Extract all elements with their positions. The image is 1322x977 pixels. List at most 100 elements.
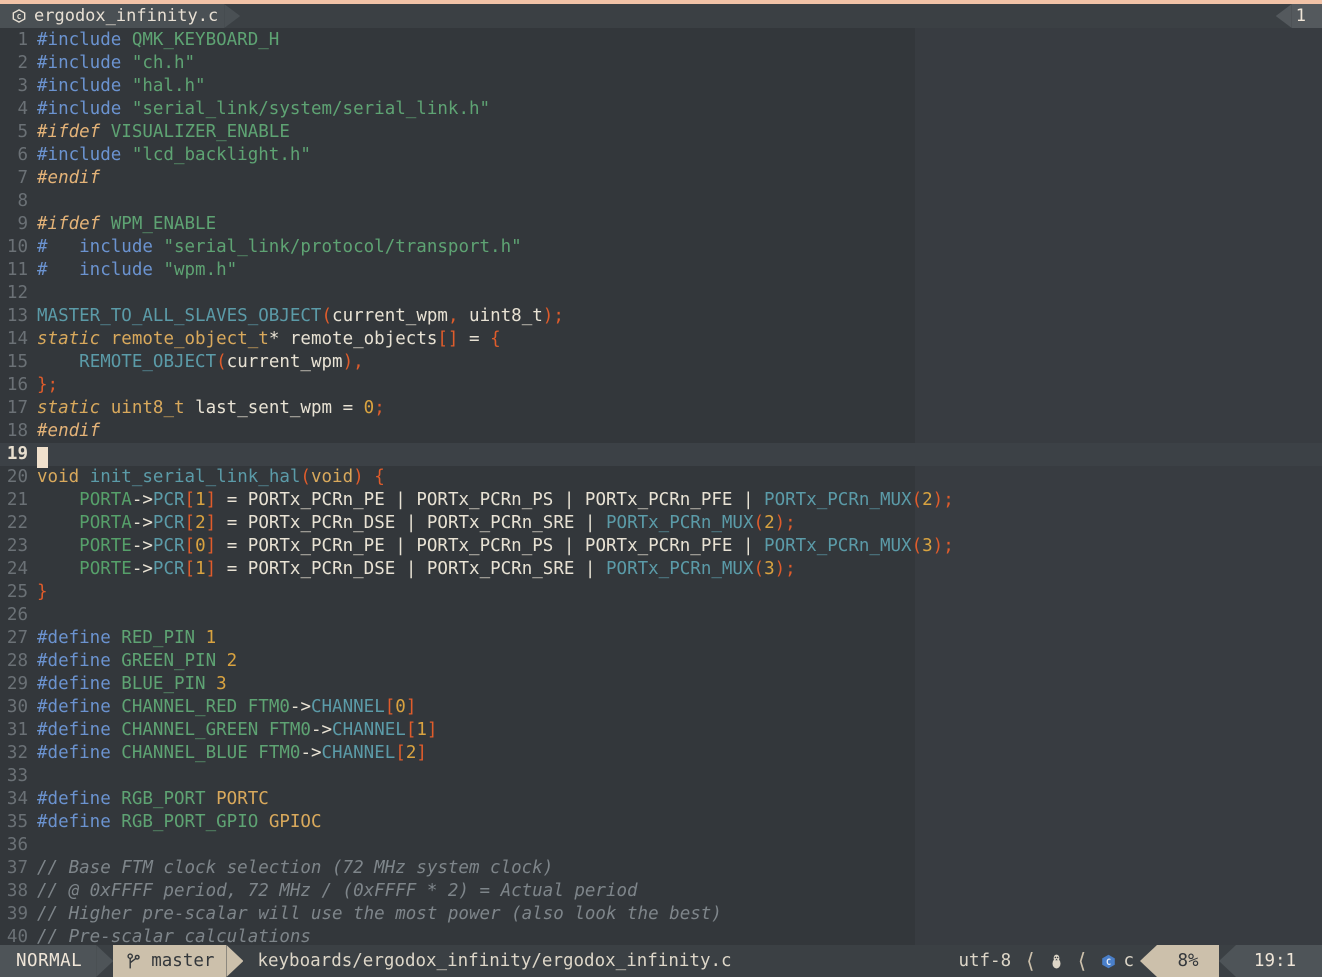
line-content: #include "hal.h" [37,75,1322,98]
token: 3 [216,674,227,694]
status-branch[interactable]: master [113,945,227,977]
code-line[interactable]: 32 #define CHANNEL_BLUE FTM0->CHANNEL[2] [0,742,1322,765]
token: REMOTE_OBJECT [79,352,217,372]
token: ), [342,352,364,372]
tabcount-separator-arrow [1275,4,1292,28]
code-line[interactable]: 33 [0,765,1322,788]
code-line[interactable]: 7 #endif [0,167,1322,190]
code-line[interactable]: 21 PORTA->PCR[1] = PORTx_PCRn_PE | PORTx… [0,489,1322,512]
line-number: 37 [6,858,28,878]
token: [ [184,490,196,510]
status-encoding: utf-8 [952,945,1018,977]
token: "lcd_backlight.h" [131,145,311,165]
token: = PORTx_PCRn_PE | PORTx_PCRn_PS | PORTx_… [216,536,765,556]
token: current_wpm [226,352,343,372]
token: BLUE_PIN [121,674,206,694]
token: 2 [195,513,206,533]
code-line[interactable]: 10 # include "serial_link/protocol/transp… [0,236,1322,259]
tab-ergodox-infinity-c[interactable]: C ergodox_infinity.c [0,4,225,28]
code-line[interactable]: 27 #define RED_PIN 1 [0,627,1322,650]
code-line[interactable]: 23 PORTE->PCR[0] = PORTx_PCRn_PE | PORTx… [0,535,1322,558]
code-lines: 1 #include QMK_KEYBOARD_H 2 #include "ch.h"… [0,28,1322,945]
token: = PORTx_PCRn_DSE | PORTx_PCRn_SRE | [216,513,606,533]
token: # include [37,237,164,257]
code-line[interactable]: 35 #define RGB_PORT_GPIO GPIOC [0,811,1322,834]
token: } [37,582,48,602]
line-number: 33 [6,766,28,786]
code-line[interactable]: 12 [0,282,1322,305]
token: 2 [226,651,238,671]
linux-penguin-icon [1050,953,1063,970]
code-line[interactable]: 3 #include "hal.h" [0,75,1322,98]
status-sep-branch [226,945,244,977]
token: #define [37,628,122,648]
editor-buffer[interactable]: 1 #include QMK_KEYBOARD_H 2 #include "ch.h"… [0,28,1322,945]
code-line[interactable]: 37 // Base FTM clock selection (72 MHz sy… [0,857,1322,880]
token: "hal.h" [131,76,206,96]
token: }; [37,375,59,395]
code-line[interactable]: 39 // Higher pre-scalar will use the most… [0,903,1322,926]
code-line[interactable]: 13 MASTER_TO_ALL_SLAVES_OBJECT(current_wp… [0,305,1322,328]
token: #define [37,697,122,717]
line-content: // Higher pre-scalar will use the most p… [37,903,1322,926]
token: #ifdef [37,122,111,142]
token: PCR [152,513,185,533]
code-line[interactable]: 6 #include "lcd_backlight.h" [0,144,1322,167]
status-file-path: keyboards/ergodox_infinity/ergodox_infin… [243,945,742,977]
token: #include [37,99,132,119]
code-line[interactable]: 19 [0,443,1322,468]
code-line[interactable]: 31 #define CHANNEL_GREEN FTM0->CHANNEL[1] [0,719,1322,742]
code-line[interactable]: 34 #define RGB_PORT PORTC [0,788,1322,811]
line-number: 8 [17,191,28,211]
token: #include [37,53,132,73]
code-line[interactable]: 40 // Pre-scalar calculations [0,926,1322,945]
code-line[interactable]: 25} [0,581,1322,604]
line-number: 3 [17,76,28,96]
token: { [490,329,501,349]
token: static [37,398,101,418]
line-content: #endif [37,420,1322,443]
code-line[interactable]: 38 // @ 0xFFFF period, 72 MHz / (0xFFFF *… [0,880,1322,903]
code-line[interactable]: 2 #include "ch.h" [0,52,1322,75]
token: ] [205,559,217,579]
code-line[interactable]: 22 PORTA->PCR[2] = PORTx_PCRn_DSE | PORT… [0,512,1322,535]
code-line[interactable]: 14 static remote_object_t* remote_objects… [0,328,1322,351]
code-line[interactable]: 29 #define BLUE_PIN 3 [0,673,1322,696]
code-line[interactable]: 8 [0,190,1322,213]
code-line[interactable]: 17 static uint8_t last_sent_wpm = 0; [0,397,1322,420]
status-cursor-position: 19:1 [1236,945,1322,977]
line-content: MASTER_TO_ALL_SLAVES_OBJECT(current_wpm,… [37,305,1322,328]
code-line[interactable]: 5 #ifdef VISUALIZER_ENABLE [0,121,1322,144]
code-line[interactable]: 24 PORTE->PCR[1] = PORTx_PCRn_DSE | PORT… [0,558,1322,581]
token: -> [131,513,153,533]
token: // Base FTM clock selection (72 MHz syst… [37,858,554,878]
line-content: // Base FTM clock selection (72 MHz syst… [37,857,1322,880]
code-line[interactable]: 11 # include "wpm.h" [0,259,1322,282]
code-line[interactable]: 30 #define CHANNEL_RED FTM0->CHANNEL[0] [0,696,1322,719]
token: "wpm.h" [163,260,238,280]
code-line[interactable]: 28 #define GREEN_PIN 2 [0,650,1322,673]
code-line[interactable]: 26 [0,604,1322,627]
code-line[interactable]: 16}; [0,374,1322,397]
line-number: 14 [6,329,28,349]
code-line[interactable]: 1 #include QMK_KEYBOARD_H [0,29,1322,52]
token: #endif [37,168,101,188]
token: ); [932,536,954,556]
code-line[interactable]: 4 #include "serial_link/system/serial_lin… [0,98,1322,121]
code-line[interactable]: 36 [0,834,1322,857]
code-line[interactable]: 9 #ifdef WPM_ENABLE [0,213,1322,236]
code-line[interactable]: 15 REMOTE_OBJECT(current_wpm), [0,351,1322,374]
token: CHANNEL [332,720,406,740]
token: "serial_link/system/serial_link.h" [131,99,491,119]
token: #endif [37,421,101,441]
code-line[interactable]: 18 #endif [0,420,1322,443]
code-line[interactable]: 20 void init_serial_link_hal(void) { [0,466,1322,489]
line-content: #include QMK_KEYBOARD_H [37,29,1322,52]
